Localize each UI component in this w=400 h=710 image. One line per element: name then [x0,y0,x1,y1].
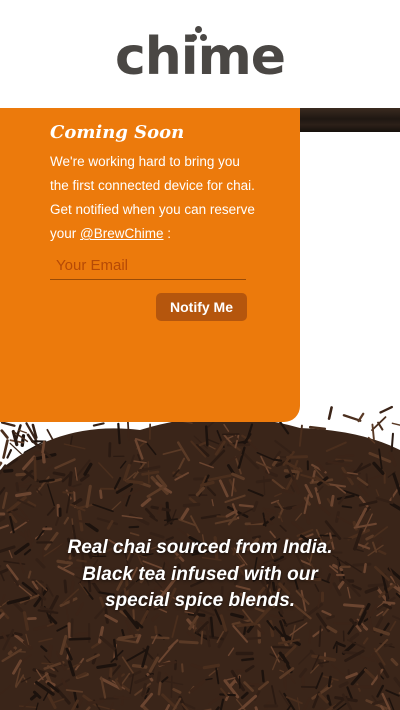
header: chime [0,0,400,108]
signup-card: Coming Soon We're working hard to bring … [0,108,300,422]
email-input[interactable] [50,252,246,280]
twitter-handle-link[interactable]: @BrewChime [80,226,163,241]
tagline-line-2: Black tea infused with our [82,563,318,585]
card-description: We're working hard to bring you the firs… [50,150,260,246]
wood-texture-strip [300,108,400,132]
card-title: Coming Soon [50,122,185,143]
tagline-line-1: Real chai sourced from India. [67,537,333,558]
tagline-line-3: special spice blends. [104,590,296,611]
notify-me-button[interactable]: Notify Me [156,293,247,321]
hero-tagline: Real chai sourced from India. Black tea … [0,535,400,615]
card-body-suffix: : [163,226,172,241]
logo-dots-icon [184,26,214,46]
